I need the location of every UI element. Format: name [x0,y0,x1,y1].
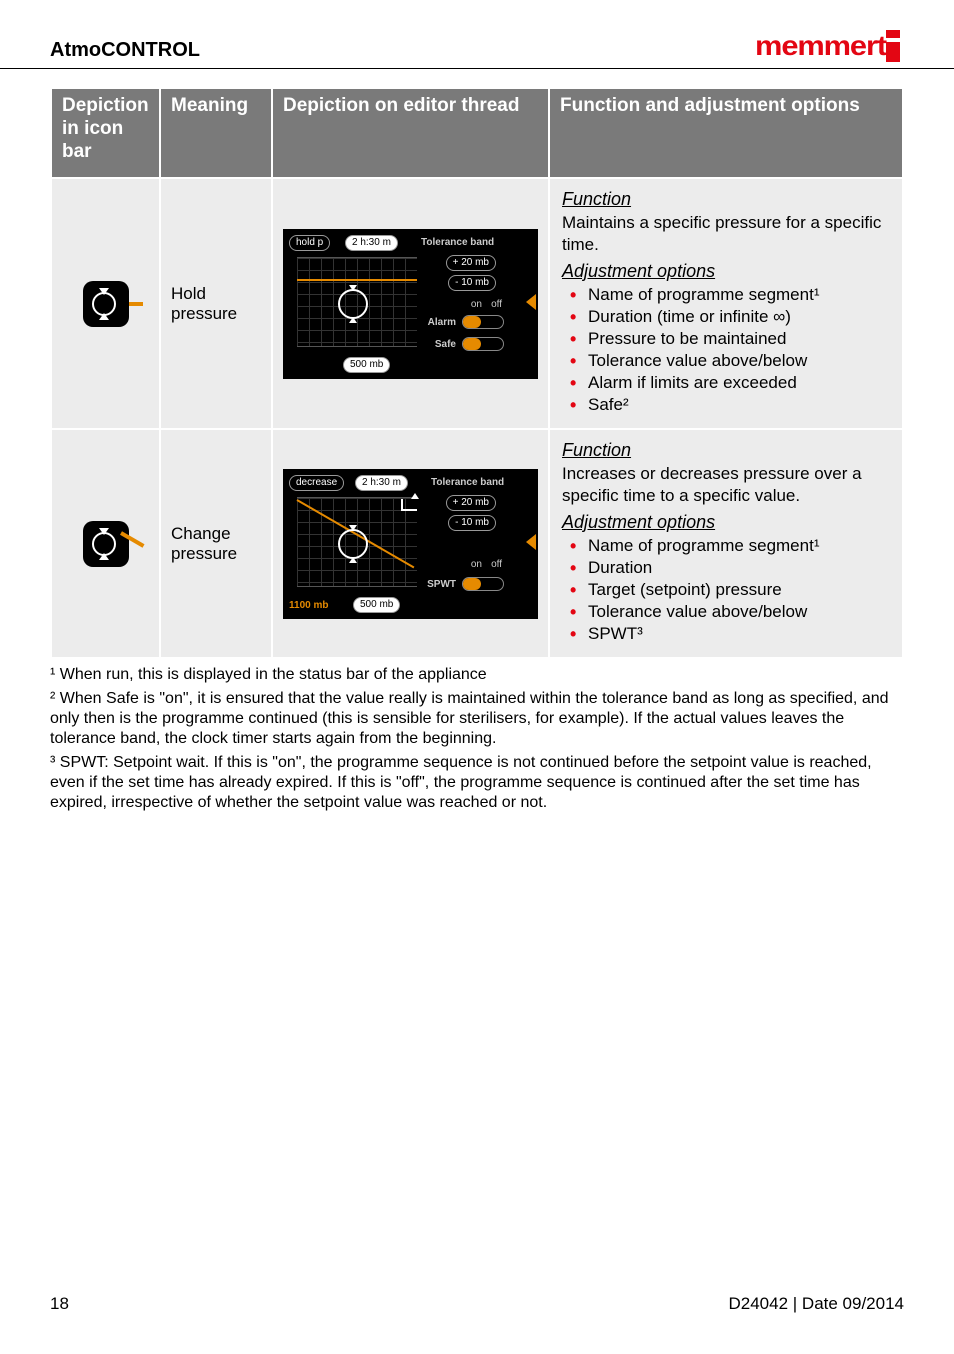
tolerance-minus-pill: - 10 mb [448,515,496,531]
list-item: Safe² [562,394,890,416]
list-item: Alarm if limits are exceeded [562,372,890,394]
safe-toggle [462,337,504,351]
list-item: Pressure to be maintained [562,328,890,350]
adjustment-list: Name of programme segment¹ Duration Targ… [562,535,890,645]
list-item: Tolerance value above/below [562,601,890,623]
spwt-toggle [462,577,504,591]
list-item: Target (setpoint) pressure [562,579,890,601]
alarm-label: Alarm [428,317,456,328]
hold-pressure-panel: hold p 2 h:30 m Tolerance band + 20 mb -… [283,229,538,379]
list-item: Duration (time or infinite ∞) [562,306,890,328]
page-footer: 18 D24042 | Date 09/2014 [0,1294,954,1314]
off-label: off [491,559,502,570]
function-heading: Function [562,440,890,461]
table-row: Hold pressure hold p 2 h:30 m Tolerance … [52,179,902,428]
on-label: on [471,559,482,570]
pressure-value-pill: 500 mb [343,357,390,373]
on-label: on [471,299,482,310]
cell-function: Function Maintains a specific pressure f… [550,179,902,428]
cell-function: Function Increases or decreases pressure… [550,430,902,657]
footnote-1: ¹ When run, this is displayed in the sta… [50,665,904,685]
alarm-toggle [462,315,504,329]
start-value-label: 1100 mb [289,600,328,611]
footnote-2: ² When Safe is "on", it is ensured that … [50,689,904,749]
pressure-center-icon [338,289,368,319]
table-row: Change pressure decrease 2 h:30 m Tolera… [52,430,902,657]
list-item: Name of programme segment¹ [562,284,890,306]
doc-id: D24042 | Date 09/2014 [729,1294,905,1314]
footnote-3: ³ SPWT: Setpoint wait. If this is "on", … [50,753,904,813]
spwt-label: SPWT [427,579,456,590]
brand-logo: memmert [761,30,904,62]
tolerance-label: Tolerance band [421,237,494,248]
cell-meaning: Change pressure [161,430,271,657]
change-pressure-panel: decrease 2 h:30 m Tolerance band + 20 mb… [283,469,538,619]
target-value-pill: 500 mb [353,597,400,613]
th-editor: Depiction on editor thread [273,89,548,177]
off-label: off [491,299,502,310]
brand-mark-icon [882,30,904,62]
list-item: Name of programme segment¹ [562,535,890,557]
pressure-center-icon [338,529,368,559]
th-function: Function and adjustment options [550,89,902,177]
header-title: AtmoCONTROL [50,39,200,62]
cell-editor: hold p 2 h:30 m Tolerance band + 20 mb -… [273,179,548,428]
tolerance-plus-pill: + 20 mb [446,255,496,271]
duration-pill: 2 h:30 m [345,235,398,251]
duration-pill: 2 h:30 m [355,475,408,491]
footnotes: ¹ When run, this is displayed in the sta… [0,659,954,813]
th-icon-bar: Depiction in icon bar [52,89,159,177]
adjustment-heading: Adjustment options [562,261,890,282]
list-item: Duration [562,557,890,579]
collapse-arrow-icon [526,534,536,550]
safe-label: Safe [435,339,456,350]
page-header: AtmoCONTROL memmert [0,0,954,69]
tolerance-minus-pill: - 10 mb [448,275,496,291]
list-item: SPWT³ [562,623,890,645]
brand-text: memmert [755,30,886,62]
parameters-table: Depiction in icon bar Meaning Depiction … [50,87,904,659]
cell-icon [52,430,159,657]
adjustment-list: Name of programme segment¹ Duration (tim… [562,284,890,417]
page-number: 18 [50,1294,69,1314]
function-text: Maintains a specific pressure for a spec… [562,212,890,255]
hold-pressure-icon [83,281,129,327]
pressure-line [297,279,417,281]
ramp-mode-icon [401,499,417,511]
tolerance-plus-pill: + 20 mb [446,495,496,511]
adjustment-heading: Adjustment options [562,512,890,533]
change-pressure-icon [83,521,129,567]
cell-editor: decrease 2 h:30 m Tolerance band + 20 mb… [273,430,548,657]
cell-meaning: Hold pressure [161,179,271,428]
th-meaning: Meaning [161,89,271,177]
cell-icon [52,179,159,428]
collapse-arrow-icon [526,294,536,310]
function-text: Increases or decreases pressure over a s… [562,463,890,506]
list-item: Tolerance value above/below [562,350,890,372]
segment-name-pill: hold p [289,235,330,251]
tolerance-label: Tolerance band [431,477,504,488]
segment-name-pill: decrease [289,475,344,491]
function-heading: Function [562,189,890,210]
